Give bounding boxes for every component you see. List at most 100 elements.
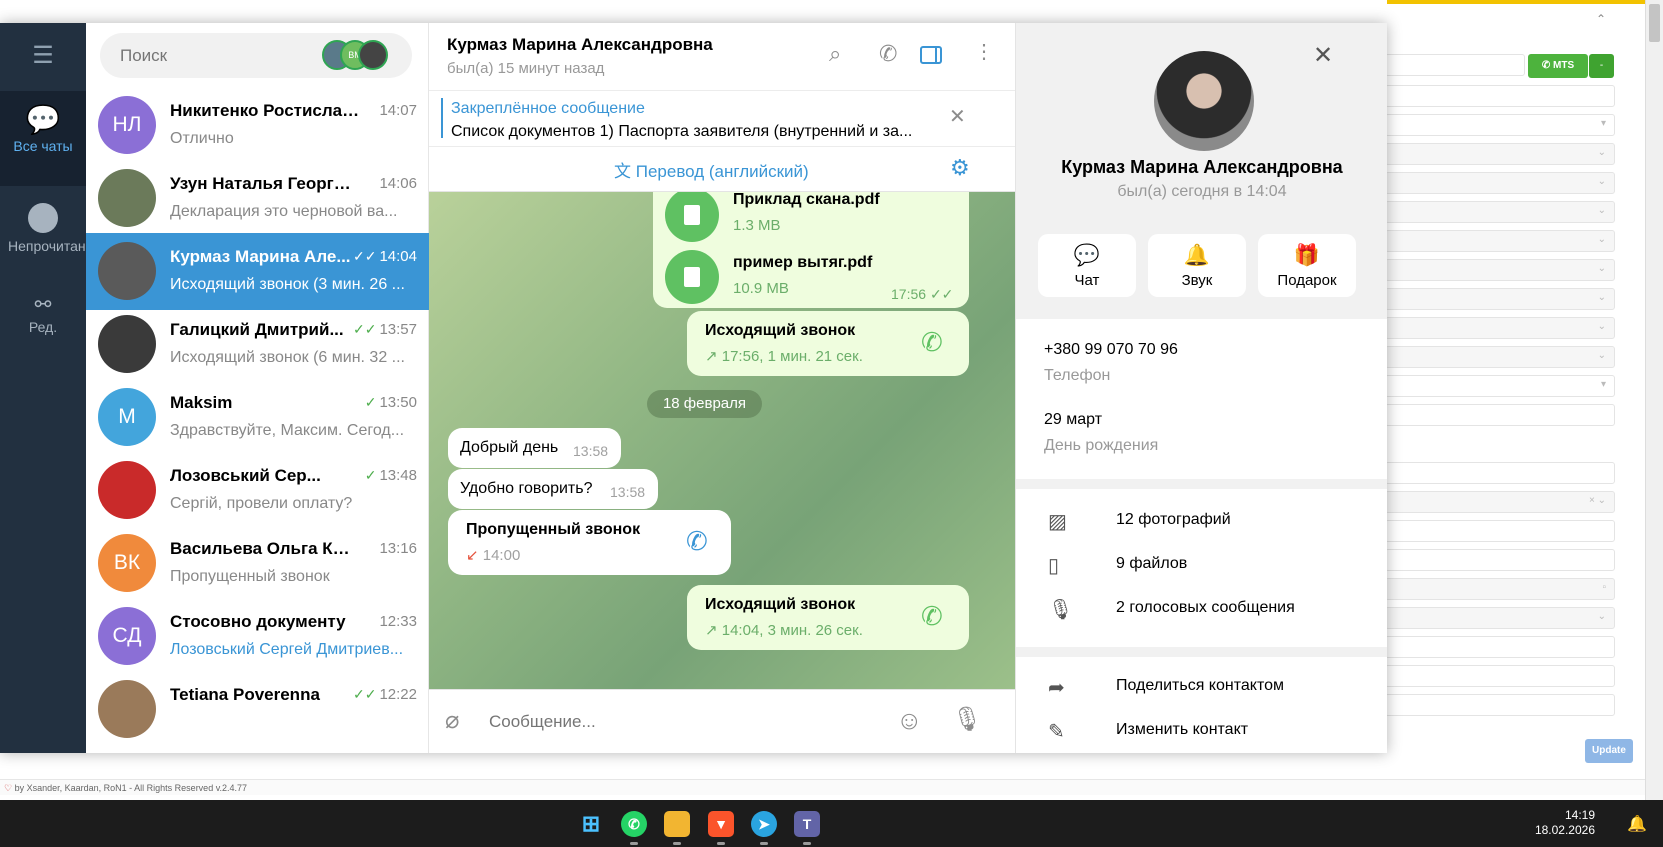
bg-input[interactable] (1385, 54, 1525, 76)
message-outgoing-call[interactable]: Исходящий звонок ↗ 14:04, 3 мин. 26 сек.… (687, 585, 969, 650)
bg-field[interactable]: ⌄ (1385, 259, 1615, 281)
chat-list-item[interactable]: НЛ Никитенко Ростислав ... 14:07 Отлично (86, 87, 429, 164)
voice-row[interactable]: 🎙 2 голосовых сообщения (1016, 587, 1387, 631)
search-input[interactable] (120, 33, 320, 78)
share-contact-row[interactable]: ➦ Поделиться контактом (1016, 665, 1387, 709)
bg-call-dropdown[interactable]: - (1589, 54, 1614, 78)
bg-field[interactable]: ⌄ (1385, 172, 1615, 194)
bg-field[interactable]: ⌄ (1385, 143, 1615, 165)
telegram-icon[interactable]: ➤ (751, 811, 777, 837)
profile-avatar[interactable] (1154, 51, 1254, 151)
phone-icon[interactable]: ✆ (879, 41, 897, 67)
chat-avatar: M (98, 388, 156, 446)
action-chat[interactable]: 💬 Чат (1038, 234, 1136, 297)
translate-label: 文 Перевод (английский) (614, 157, 809, 182)
close-panel-icon[interactable]: ✕ (1313, 41, 1333, 70)
system-clock[interactable]: 14:19 18.02.2026 (1535, 808, 1595, 838)
chat-list-item[interactable]: ВК Васильева Ольга Конс... 13:16 Пропущенны… (86, 525, 429, 602)
attach-icon[interactable]: ⌀ (445, 706, 459, 735)
message-outgoing-call[interactable]: Исходящий звонок ↗ 17:56, 1 мин. 21 сек.… (687, 311, 969, 376)
bg-field[interactable] (1385, 520, 1615, 542)
notification-bell-icon[interactable]: 🔔 (1627, 814, 1647, 834)
bg-field[interactable] (1385, 404, 1615, 426)
bg-call-button[interactable]: ✆ MTS (1528, 54, 1588, 78)
chat-list-item[interactable]: Галицкий Дмитрий... ✓✓ 13:57 Исходящий звон… (86, 306, 429, 383)
bg-field[interactable]: ▾ (1385, 114, 1615, 136)
sidebar-toggle-icon[interactable] (920, 46, 942, 64)
user-icon (28, 203, 58, 233)
bg-field[interactable] (1385, 665, 1615, 687)
read-checks-icon: ✓✓ (929, 286, 954, 302)
chat-list-item[interactable]: M Maksim ✓ 13:50 Здравствуйте, Максим. Сегод… (86, 379, 429, 456)
edit-contact-row[interactable]: ✎ Изменить контакт (1016, 709, 1387, 753)
folder-edit[interactable]: ⚯ Ред. (0, 288, 86, 358)
message-missed-call[interactable]: Пропущенный звонок ↙ 14:00 ✆ (448, 510, 731, 575)
message-files[interactable]: Приклад скана.pdf 1.3 MB пример вытяг.pd… (653, 192, 969, 308)
bg-field[interactable]: ⌄ (1385, 201, 1615, 223)
bg-scrollbar[interactable] (1645, 0, 1663, 800)
chat-list-item[interactable]: Tetiana Poverenna ✓✓ 12:22 (86, 671, 429, 748)
folder-unread[interactable]: Непрочитано (0, 191, 93, 281)
translate-settings-icon[interactable]: ⚙ (950, 155, 970, 181)
whatsapp-icon[interactable]: ✆ (621, 811, 647, 837)
phone-number[interactable]: +380 99 070 70 96 (1044, 341, 1178, 359)
photos-row[interactable]: ▨ 12 фотографий (1016, 499, 1387, 543)
microphone-icon[interactable]: 🎙 (952, 705, 982, 734)
action-sound[interactable]: 🔔 Звук (1148, 234, 1246, 297)
brave-browser-icon[interactable]: ▼ (708, 811, 734, 837)
bg-field[interactable] (1385, 85, 1615, 107)
translate-bar[interactable]: 文 Перевод (английский) ⚙ (429, 147, 1015, 192)
bg-date-field[interactable]: ▫ (1385, 578, 1615, 600)
pinned-message[interactable]: Закреплённое сообщение Список документов… (429, 91, 1015, 147)
message-input[interactable] (489, 690, 879, 753)
chat-list-item[interactable]: СД Стосовно документу 12:33 Лозовський Серг… (86, 598, 429, 675)
bg-scroll-thumb[interactable] (1649, 4, 1660, 42)
chat-list-item[interactable]: Курмаз Марина Але... ✓✓ 14:04 Исходящий зво… (86, 233, 429, 310)
files-row[interactable]: ▯ 9 файлов (1016, 543, 1387, 587)
action-gift-label: Подарок (1277, 272, 1337, 289)
bg-field[interactable]: ⌄ (1385, 607, 1615, 629)
teams-icon[interactable]: T (794, 811, 820, 837)
phone-icon[interactable]: ✆ (921, 327, 943, 358)
chat-time: 13:57 (379, 321, 417, 338)
message-incoming[interactable]: Удобно говорить? 13:58 (448, 469, 658, 509)
file-icon[interactable] (665, 250, 719, 304)
close-pinned-icon[interactable]: ✕ (949, 104, 966, 129)
chat-preview: Исходящий звонок (3 мин. 26 ... (170, 276, 405, 293)
bg-field[interactable] (1385, 462, 1615, 484)
phone-icon[interactable]: ✆ (921, 601, 943, 632)
file-icon[interactable] (665, 192, 719, 242)
chat-list-item[interactable]: Лозовський Сер... ✓ 13:48 Сергій, провели о… (86, 452, 429, 529)
file-explorer-icon[interactable] (664, 811, 690, 837)
shared-media: ▨ 12 фотографий ▯ 9 файлов 🎙 2 голосовых со… (1016, 489, 1387, 647)
emoji-icon[interactable]: ☺ (896, 705, 923, 736)
bg-field[interactable]: ▾ (1385, 375, 1615, 397)
chat-time-wrap: 12:33 (376, 613, 417, 630)
bg-collapse-icon[interactable]: ⌃ (1596, 12, 1606, 26)
chat-time-wrap: ✓ 13:50 (365, 394, 417, 411)
bg-field[interactable]: ⌄ (1385, 288, 1615, 310)
bg-field[interactable] (1385, 694, 1615, 716)
windows-start-icon[interactable]: ⊞ (578, 811, 604, 837)
bg-field[interactable] (1385, 549, 1615, 571)
search-icon[interactable]: ⌕ (829, 41, 841, 67)
chat-time-wrap: ✓✓ 13:57 (353, 321, 417, 338)
bg-field[interactable]: ⌄ (1385, 346, 1615, 368)
running-indicator (673, 842, 681, 845)
menu-icon[interactable]: ☰ (0, 41, 86, 81)
message-incoming[interactable]: Добрый день 13:58 (448, 428, 621, 468)
bg-field[interactable]: × ⌄ (1385, 491, 1615, 513)
story-avatar[interactable] (358, 40, 388, 70)
chat-icon: 💬 (1073, 244, 1101, 267)
bg-field[interactable]: ⌄ (1385, 230, 1615, 252)
bg-field[interactable] (1385, 636, 1615, 658)
bg-field[interactable]: ⌄ (1385, 317, 1615, 339)
action-gift[interactable]: 🎁 Подарок (1258, 234, 1356, 297)
pinned-title: Закреплённое сообщение (451, 100, 645, 117)
folder-all-chats[interactable]: 💬 Все чаты (0, 91, 86, 186)
chat-list-item[interactable]: Узун Наталья Георгиев... 14:06 Декларация … (86, 160, 429, 237)
phone-icon[interactable]: ✆ (686, 526, 708, 557)
bg-update-button[interactable]: Update (1585, 739, 1633, 763)
more-icon[interactable]: ⋮ (974, 39, 994, 64)
chat-title[interactable]: Курмаз Марина Александровна (447, 35, 713, 55)
